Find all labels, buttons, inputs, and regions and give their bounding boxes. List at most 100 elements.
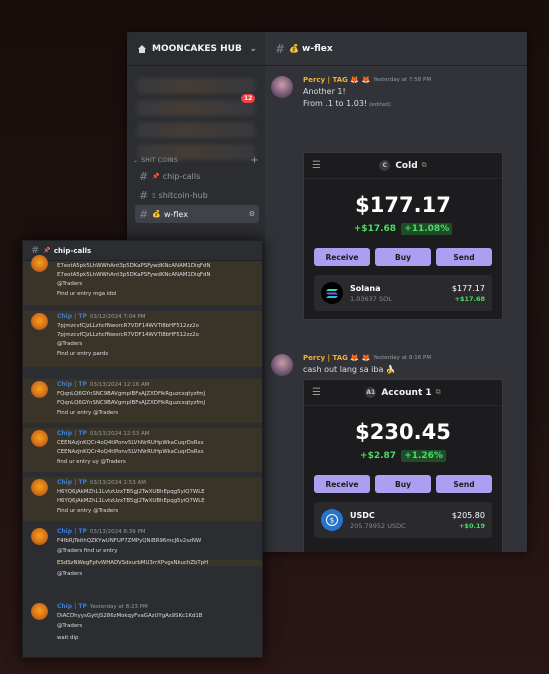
avatar[interactable] bbox=[31, 603, 48, 620]
message-author[interactable]: Chip | TP bbox=[57, 528, 87, 535]
edited-label: (edited) bbox=[369, 102, 391, 108]
receive-button[interactable]: Receive bbox=[314, 475, 370, 493]
wallet-balance: $177.17 bbox=[355, 193, 451, 217]
message-line: FQqnLQ6GYnSNC9BAVgmpIBFsAJZXDFikRguzcxqt… bbox=[57, 391, 206, 397]
message-line: Find ur entry @Traders bbox=[57, 410, 119, 416]
hash-icon: # bbox=[139, 169, 149, 183]
message-author[interactable]: Percy | TAG 🦊 🦊 bbox=[303, 354, 370, 362]
receive-button[interactable]: Receive bbox=[314, 248, 370, 266]
buy-button[interactable]: Buy bbox=[375, 248, 431, 266]
solana-icon bbox=[321, 282, 343, 304]
avatar[interactable] bbox=[31, 479, 48, 496]
avatar[interactable] bbox=[31, 313, 48, 330]
sidebar-item-w-flex[interactable]: # 💰 w-flex ⚙ bbox=[135, 205, 259, 223]
message-timestamp: 03/13/2024 8:39 PM bbox=[89, 528, 146, 535]
money-bag-icon: 💰 bbox=[289, 44, 300, 53]
pin-icon: 📌 bbox=[152, 172, 160, 180]
message-line: H6YQ6jAkMZhL1LvtzUzxTB5gJ2TwXUBhEpqg5yiQ… bbox=[57, 498, 205, 504]
category-shit-coins[interactable]: ⌄ SHIT COINS + bbox=[133, 155, 259, 166]
channel-title: chip-calls bbox=[53, 246, 92, 255]
message-list: Percy | TAG 🦊 🦊 Yesterday at 7:58 PM Ano… bbox=[265, 66, 527, 552]
message-author[interactable]: Chip | TP bbox=[57, 313, 87, 320]
blurred-channel bbox=[137, 122, 255, 138]
server-header[interactable]: MOONCAKES HUB ⌄ bbox=[127, 32, 265, 66]
message-author[interactable]: Chip | TP bbox=[57, 603, 87, 610]
avatar[interactable] bbox=[31, 528, 48, 545]
message: Percy | TAG 🦊 🦊 Yesterday at 7:58 PM Ano… bbox=[271, 76, 521, 111]
avatar[interactable] bbox=[31, 381, 48, 398]
token-value: $177.17 bbox=[451, 283, 485, 293]
change-percent: +11.08% bbox=[401, 223, 453, 235]
message-line: CEENAzJnKQCr4oQ4tIPonv5LVhNrRUHpWkaCuqrD… bbox=[57, 449, 204, 455]
avatar[interactable] bbox=[31, 430, 48, 447]
message-line: H6YQ6jAkMZhL1LvtzUzxTB5gJ2TwXUBhEpqg5yiQ… bbox=[57, 489, 205, 495]
avatar[interactable] bbox=[31, 255, 48, 272]
hash-icon: # bbox=[275, 41, 286, 56]
account-name: Cold bbox=[395, 160, 418, 171]
sidebar-item-shitcoin-hub[interactable]: # ▯ shitcoin-hub bbox=[135, 186, 259, 204]
token-row[interactable]: $ USDC 205.79952 USDC $205.80 +$0.19 bbox=[314, 502, 492, 538]
send-button[interactable]: Send bbox=[436, 248, 492, 266]
mention[interactable]: @Traders bbox=[57, 341, 82, 347]
copy-icon[interactable]: ⧉ bbox=[422, 161, 427, 170]
chip-calls-header: # 📌 chip-calls bbox=[23, 241, 262, 261]
message-line: E7eotA5pk5LhWWhAnt3p5DKaPSFywdKNcANAM1Di… bbox=[57, 272, 211, 278]
buy-button[interactable]: Buy bbox=[375, 475, 431, 493]
menu-icon[interactable]: ☰ bbox=[312, 160, 321, 171]
money-bag-icon: 💰 bbox=[152, 210, 161, 218]
list-item: Chip | TP 03/12/2024 7:04 PM 7pjmzcvfCJz… bbox=[23, 311, 262, 367]
hash-icon: # bbox=[139, 207, 149, 221]
chat-header: # 💰 w-flex bbox=[265, 32, 527, 66]
menu-icon[interactable]: ☰ bbox=[312, 387, 321, 398]
message-text: From .1 to 1.03! bbox=[303, 99, 368, 108]
account-badge: C bbox=[379, 160, 391, 171]
wallet-card: ☰ A1 Account 1 ⧉ $230.45 +$2.87 +1.26% R… bbox=[303, 379, 503, 552]
copy-icon[interactable]: ⧉ bbox=[436, 388, 441, 397]
mention[interactable]: @Traders find ur entry bbox=[57, 548, 117, 554]
account-name: Account 1 bbox=[381, 387, 432, 398]
avatar[interactable] bbox=[271, 354, 293, 376]
sidebar-item-chip-calls[interactable]: # 📌 chip-calls bbox=[135, 167, 259, 185]
chip-calls-window: # 📌 chip-calls E7eotA5pk5LhWWhAnt3p5DKaP… bbox=[22, 240, 263, 658]
list-item: Chip | TP Yesterday at 8:23 PM DiACDhyys… bbox=[23, 601, 262, 651]
message-line: Find ur entry @Traders bbox=[57, 508, 119, 514]
mention[interactable]: @Traders bbox=[57, 623, 82, 629]
message-line: CEENAzJnKQCr4oQ4tIPonv5LVhNrRUHpWkaCuqrD… bbox=[57, 440, 204, 446]
pin-icon: 📌 bbox=[43, 247, 51, 254]
mention-badge: 12 bbox=[241, 94, 256, 103]
message-timestamp: Yesterday at 8:23 PM bbox=[89, 603, 148, 610]
message-author[interactable]: Chip | TP bbox=[57, 479, 87, 486]
message-line: 7pjmzcvfCJzLLzhcfNworcR7VDF14WVTi8bHF512… bbox=[57, 332, 199, 338]
token-row[interactable]: Solana 1.03637 SOL $177.17 +$17.68 bbox=[314, 275, 492, 311]
list-item: E7eotA5pk5LhWWhAnt3p5DKaPSFywdKNcANAM1Di… bbox=[23, 255, 262, 305]
mention[interactable]: @Traders bbox=[57, 571, 82, 577]
message: Percy | TAG 🦊 🦊 Yesterday at 8:16 PM cas… bbox=[271, 354, 521, 376]
add-channel-icon[interactable]: + bbox=[250, 155, 259, 166]
change-percent: +1.26% bbox=[401, 450, 446, 462]
message-line: ESdSzNWegFpfvWHADVSdxurbMU3rrXPvgsNkuchZ… bbox=[57, 560, 262, 566]
message-timestamp: 03/12/2024 7:04 PM bbox=[89, 313, 146, 320]
chevron-down-icon[interactable]: ⌄ bbox=[249, 44, 257, 54]
token-amount: 1.03637 SOL bbox=[350, 294, 392, 303]
list-item: Chip | TP 03/13/2024 12:53 AM CEENAzJnKQ… bbox=[23, 428, 262, 472]
avatar[interactable] bbox=[271, 76, 293, 98]
chevron-icon: ⌄ bbox=[133, 157, 139, 164]
message-author[interactable]: Chip | TP bbox=[57, 430, 87, 437]
message-author[interactable]: Chip | TP bbox=[57, 381, 87, 388]
send-button[interactable]: Send bbox=[436, 475, 492, 493]
message-line: DiACDhyysGyttJS286zMokqyFvaGAzUYgAs9SKc1… bbox=[57, 613, 203, 619]
message-line: wait dip bbox=[57, 635, 79, 641]
category-label: SHIT COINS bbox=[141, 157, 178, 164]
settings-gear-icon[interactable]: ⚙ bbox=[249, 210, 255, 218]
message-line: find ur entry uy @Traders bbox=[57, 459, 126, 465]
box-icon: ▯ bbox=[152, 191, 156, 199]
message-author[interactable]: Percy | TAG 🦊 🦊 bbox=[303, 76, 370, 84]
change-amount: +$2.87 bbox=[360, 451, 397, 461]
message-timestamp: 03/13/2024 12:16 AM bbox=[89, 381, 150, 388]
account-badge: A1 bbox=[365, 387, 377, 398]
svg-text:$: $ bbox=[330, 517, 334, 525]
mention[interactable]: @Traders bbox=[57, 281, 82, 287]
message-timestamp: 03/13/2024 2:53 AM bbox=[89, 479, 146, 486]
message-text: cash out lang sa iba 🍌 bbox=[303, 365, 396, 374]
balance-change: +$17.68 +11.08% bbox=[304, 223, 502, 235]
